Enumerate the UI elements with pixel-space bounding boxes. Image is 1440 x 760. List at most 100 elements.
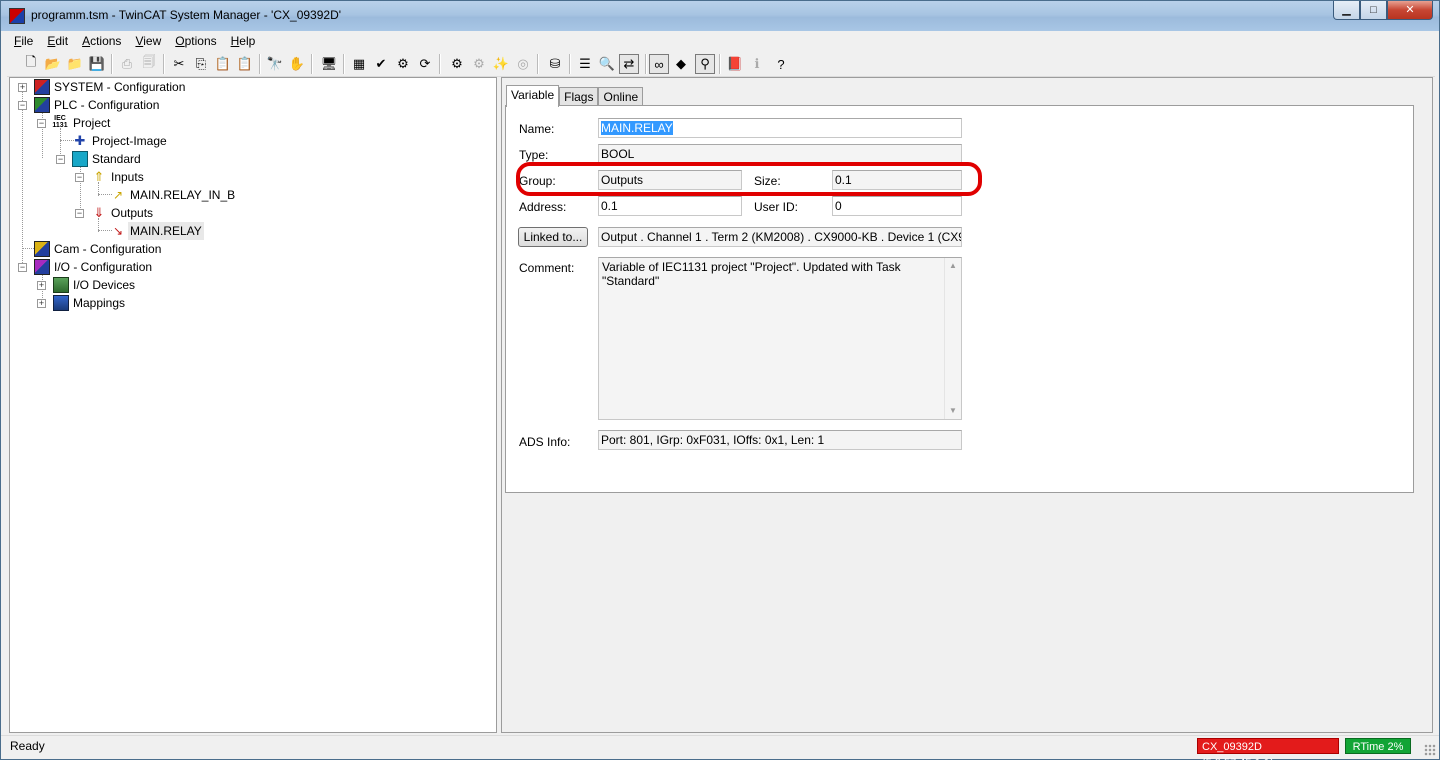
collapse-toggle[interactable]: − <box>56 155 65 164</box>
ads-info-field[interactable]: Port: 801, IGrp: 0xF031, IOffs: 0x1, Len… <box>598 430 962 450</box>
linked-to-field[interactable]: Output . Channel 1 . Term 2 (KM2008) . C… <box>598 227 962 247</box>
activate-configuration-icon[interactable]: ⚙ <box>393 54 413 74</box>
close-button[interactable]: ✕ <box>1387 1 1433 20</box>
tab-variable[interactable]: Variable <box>506 85 560 107</box>
menu-actions-label: ctions <box>90 34 122 48</box>
toggle-free-run-icon[interactable]: ◎ <box>513 54 533 74</box>
toolbar-separator <box>439 54 441 74</box>
type-field[interactable]: BOOL <box>598 144 962 164</box>
menu-bar: File Edit Actions View Options Help <box>7 32 1435 50</box>
menu-view[interactable]: View <box>128 32 168 50</box>
print-preview-icon[interactable]: 🗐 <box>139 54 159 74</box>
title-bar[interactable]: programm.tsm - TwinCAT System Manager - … <box>1 1 1439 31</box>
paste-with-links-icon[interactable]: 📋 <box>235 54 255 74</box>
copy-icon[interactable]: ⎘ <box>191 54 211 74</box>
maximize-button[interactable]: □ <box>1360 1 1387 20</box>
find-link-icon[interactable]: ⇄ <box>619 54 639 74</box>
plc-config-icon <box>34 97 50 113</box>
expand-toggle[interactable]: + <box>18 83 27 92</box>
tree-item-label: MAIN.RELAY_IN_B <box>130 188 236 202</box>
restart-config-mode-icon[interactable]: ⚙ <box>447 54 467 74</box>
menu-file-label: ile <box>21 34 34 48</box>
tree-item-label: I/O - Configuration <box>54 260 153 274</box>
hand-icon[interactable]: ✋ <box>287 54 307 74</box>
menu-edit-label: dit <box>55 34 69 48</box>
mappings-icon <box>53 295 69 311</box>
generate-mappings-icon[interactable]: ▦ <box>349 54 369 74</box>
target-system-badge[interactable]: CX_09392D (5.9.57.45.1.1) <box>1197 738 1339 760</box>
twincat-app-icon[interactable] <box>9 8 25 24</box>
online-watch-icon[interactable]: ⚲ <box>695 54 715 74</box>
reload-devices-icon[interactable]: ⚙ <box>469 54 489 74</box>
property-tabs: Variable Flags Online <box>506 85 644 107</box>
scroll-down-arrow-icon[interactable]: ▼ <box>945 403 961 419</box>
check-configuration-icon[interactable]: ✔ <box>371 54 391 74</box>
resize-grip-icon[interactable] <box>1424 744 1436 756</box>
menu-file[interactable]: File <box>7 32 40 50</box>
open-folder-icon[interactable]: 📁 <box>65 54 85 74</box>
menu-actions[interactable]: Actions <box>75 32 128 50</box>
group-label: Group: <box>519 174 556 188</box>
scan-devices-icon[interactable]: ✨ <box>491 54 511 74</box>
cut-icon[interactable]: ✂ <box>169 54 189 74</box>
list-icon[interactable]: ☰ <box>575 54 595 74</box>
comment-scrollbar[interactable]: ▲ ▼ <box>944 258 961 419</box>
tab-online[interactable]: Online <box>598 87 644 107</box>
paste-icon[interactable]: 📋 <box>213 54 233 74</box>
toolbar: 🗋 📂 📁 💾 ⎙ 🗐 ✂ ⎘ 📋 📋 🔭 ✋ 🖥 ▦ ✔ ⚙ ⟳ ⚙ ⚙ ✨ … <box>7 51 1435 77</box>
ads-info-label: ADS Info: <box>519 435 571 449</box>
show-online-data-icon[interactable]: ⛁ <box>545 54 565 74</box>
toolbar-separator <box>537 54 539 74</box>
show-variables-icon[interactable]: ◆ <box>671 54 691 74</box>
status-text: Ready <box>10 739 45 753</box>
inputs-folder-icon: ⇑ <box>93 169 105 184</box>
toolbar-separator <box>343 54 345 74</box>
group-field[interactable]: Outputs <box>598 170 742 190</box>
collapse-toggle[interactable]: − <box>18 263 27 272</box>
configuration-tree[interactable]: + SYSTEM - Configuration − PLC - Configu… <box>9 77 497 733</box>
info-icon[interactable]: ℹ <box>747 54 767 74</box>
expand-toggle[interactable]: + <box>37 299 46 308</box>
tree-item-label: Project-Image <box>92 134 167 148</box>
minimize-button[interactable]: ▁ <box>1333 1 1360 20</box>
sorted-link-icon[interactable]: ∞ <box>649 54 669 74</box>
menu-help-key: H <box>230 34 240 48</box>
collapse-toggle[interactable]: − <box>18 101 27 110</box>
collapse-toggle[interactable]: − <box>75 209 84 218</box>
scroll-up-arrow-icon[interactable]: ▲ <box>945 258 961 274</box>
find-icon[interactable]: 🔭 <box>265 54 285 74</box>
name-field[interactable]: MAIN.RELAY <box>598 118 962 138</box>
comment-textarea[interactable]: Variable of IEC1131 project "Project". U… <box>598 257 962 420</box>
userid-field[interactable]: 0 <box>832 196 962 216</box>
book-icon[interactable]: 📕 <box>725 54 745 74</box>
save-icon[interactable]: 💾 <box>87 54 107 74</box>
rtime-badge: RTime 2% <box>1345 738 1411 754</box>
toolbar-separator <box>259 54 261 74</box>
menu-edit[interactable]: Edit <box>40 32 75 50</box>
outputs-folder-icon: ⇓ <box>93 205 105 220</box>
address-field[interactable]: 0.1 <box>598 196 742 216</box>
new-icon[interactable]: 🗋 <box>21 54 41 74</box>
expand-toggle[interactable]: + <box>37 281 46 290</box>
tree-item-label: PLC - Configuration <box>54 98 160 112</box>
main-window: programm.tsm - TwinCAT System Manager - … <box>0 0 1440 760</box>
collapse-toggle[interactable]: − <box>75 173 84 182</box>
tree-item-label: Outputs <box>111 206 154 220</box>
size-field[interactable]: 0.1 <box>832 170 962 190</box>
tree-item-label: Project <box>73 116 111 130</box>
address-label: Address: <box>519 200 567 214</box>
toolbar-separator <box>719 54 721 74</box>
open-icon[interactable]: 📂 <box>43 54 63 74</box>
zoom-icon[interactable]: 🔍 <box>597 54 617 74</box>
menu-help[interactable]: Help <box>224 32 263 50</box>
print-icon[interactable]: ⎙ <box>117 54 137 74</box>
linked-to-button[interactable]: Linked to... <box>518 227 588 247</box>
collapse-toggle[interactable]: − <box>37 119 46 128</box>
tab-flags[interactable]: Flags <box>559 87 599 107</box>
restart-run-mode-icon[interactable]: ⟳ <box>415 54 435 74</box>
toolbar-separator <box>111 54 113 74</box>
toolbar-separator <box>645 54 647 74</box>
help-icon[interactable]: ? <box>771 54 791 74</box>
target-system-icon[interactable]: 🖥 <box>319 54 339 74</box>
menu-options[interactable]: Options <box>168 32 223 50</box>
